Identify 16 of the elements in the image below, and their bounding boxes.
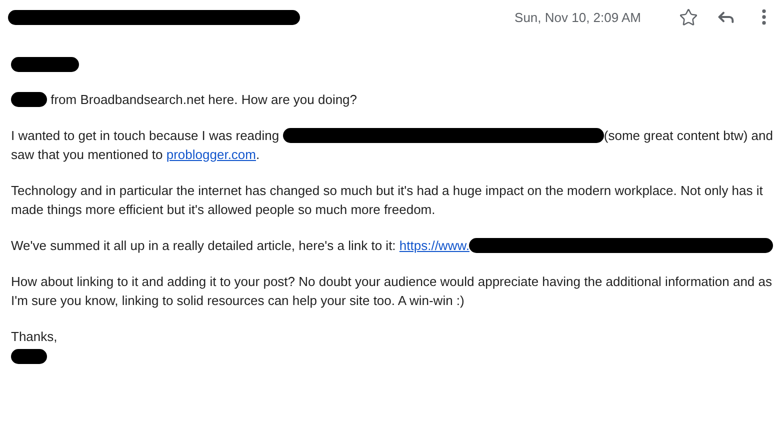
- link[interactable]: problogger.com: [166, 145, 256, 164]
- body-text: We've summed it all up in a really detailed article, here's a link to it:: [11, 237, 397, 255]
- body-text: I wanted to get in touch because I was reading: [11, 127, 280, 145]
- redaction-mark: [11, 57, 79, 72]
- body-text: Technology and in particular the internet has changed so much but it's had a huge impact on the modern workplace. Not only has it made things more efficient but it's allowed people so much more freedom.: [11, 183, 763, 217]
- body-text: How about linking to it and adding it to your post? No doubt your audience would appreciate having the additional information and as I'm sure you know, linking to solid resources can help your site too. A win-win :): [11, 274, 772, 308]
- redaction-mark: [11, 92, 47, 107]
- signoff-text: Thanks,: [11, 328, 58, 346]
- link[interactable]: https://www.: [399, 236, 470, 255]
- star-icon[interactable]: [679, 8, 698, 26]
- body-text: .: [256, 146, 260, 164]
- date-text: Sun, Nov 10, 2:09 AM: [514, 10, 641, 24]
- body-text: saw that you mentioned to: [11, 146, 164, 164]
- body-text: (some great content btw) and: [604, 127, 773, 145]
- body-text: from Broadbandsearch.net here. How are you doing?: [50, 91, 358, 109]
- redaction-mark: [11, 349, 47, 364]
